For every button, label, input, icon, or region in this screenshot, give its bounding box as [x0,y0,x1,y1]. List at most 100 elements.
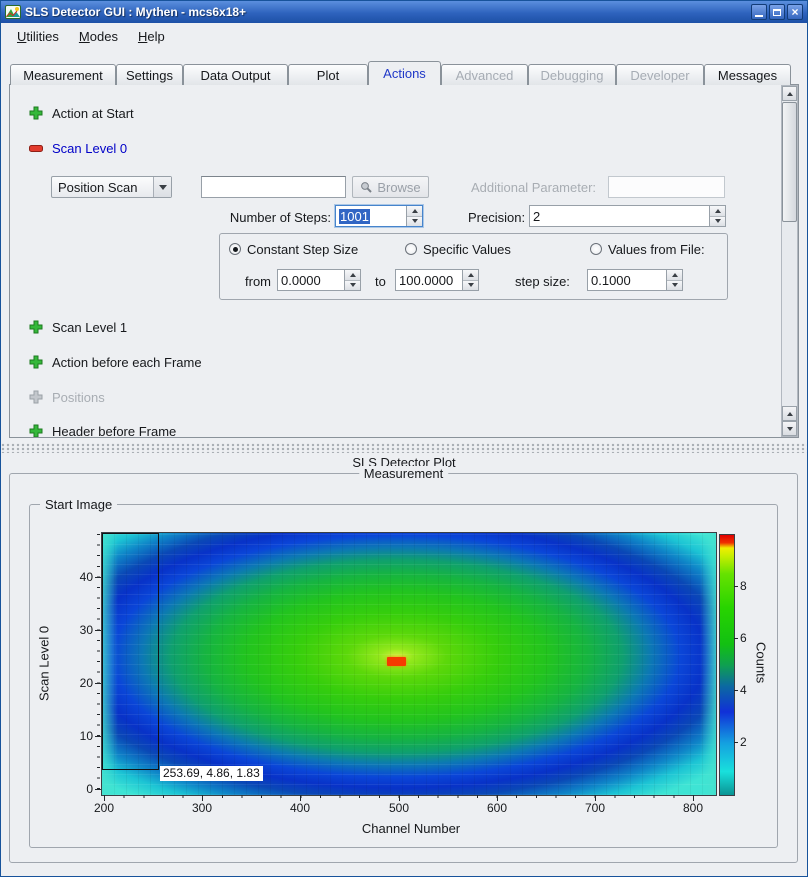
tab-debugging[interactable]: Debugging [528,64,616,85]
tab-advanced[interactable]: Advanced [441,64,528,85]
expand-plus-icon[interactable] [29,424,43,437]
spin-up-button[interactable] [345,270,360,280]
splitter-handle[interactable] [1,443,807,453]
to-spinbox[interactable]: 100.0000 [395,269,479,291]
collapse-minus-icon[interactable] [29,145,43,152]
title-bar[interactable]: SLS Detector GUI : Mythen - mcs6x18+ × [1,1,807,23]
positions-row: Positions [29,389,105,405]
precision-label: Precision: [468,210,525,225]
window-controls: × [751,4,803,20]
menu-utilities[interactable]: Utilities [7,26,69,47]
scroll-up-button[interactable] [782,86,797,101]
y-tick [95,683,101,684]
number-of-steps-spinbox[interactable]: 1001 [335,205,423,227]
scan-mode-select[interactable]: Position Scan [51,176,172,198]
number-of-steps-field[interactable]: 1001 [336,206,406,226]
expand-plus-icon[interactable] [29,106,43,120]
precision-field[interactable]: 2 [530,206,709,226]
browse-file-icon [360,181,372,193]
menu-modes[interactable]: Modes [69,26,128,47]
spin-up-button[interactable] [710,206,725,216]
header-before-frame-label[interactable]: Header before Frame [52,424,176,437]
radio-constant-step-size[interactable]: Constant Step Size [229,242,358,256]
scroll-thumb[interactable] [782,102,797,222]
y-tick [95,630,101,631]
from-spinbox[interactable]: 0.0000 [277,269,361,291]
menu-bar: Utilities Modes Help [1,23,807,49]
scroll-down-button[interactable] [782,421,797,436]
additional-parameter-input[interactable] [608,176,725,198]
window-title: SLS Detector GUI : Mythen - mcs6x18+ [25,5,751,19]
minimize-button[interactable] [751,4,767,20]
step-size-field[interactable]: 0.1000 [588,270,666,290]
close-button[interactable]: × [787,4,803,20]
to-field[interactable]: 100.0000 [396,270,462,290]
spin-buttons [344,270,360,290]
precision-value: 2 [533,209,540,224]
action-at-start-label[interactable]: Action at Start [52,106,134,121]
colorbar-tick [734,690,738,691]
radio-icon [405,243,417,255]
action-at-start-row: Action at Start [29,105,134,121]
tab-measurement[interactable]: Measurement [10,64,116,85]
spin-buttons [462,270,478,290]
spin-down-button[interactable] [463,280,478,291]
scan-level-0-label[interactable]: Scan Level 0 [52,141,127,156]
minimize-icon [755,15,763,17]
scan-level-1-row: Scan Level 1 [29,319,127,335]
positions-label[interactable]: Positions [52,390,105,405]
tab-plot[interactable]: Plot [288,64,368,85]
y-tick-label: 10 [67,729,93,743]
tab-developer[interactable]: Developer [616,64,704,85]
constant-step-size-label: Constant Step Size [247,242,358,257]
spin-down-button[interactable] [345,280,360,291]
menu-help[interactable]: Help [128,26,175,47]
vertical-scrollbar[interactable] [781,85,798,437]
x-tick-label: 500 [379,801,419,815]
spin-up-button[interactable] [667,270,682,280]
to-label: to [375,274,386,289]
y-tick-label: 0 [67,782,93,796]
radio-specific-values[interactable]: Specific Values [405,242,511,256]
scan-level-0-row: Scan Level 0 [29,140,127,156]
x-tick-label: 300 [182,801,222,815]
heatmap-canvas[interactable]: 253.69, 4.86, 1.83 [101,532,717,796]
tab-data-output[interactable]: Data Output [183,64,288,85]
spin-down-button[interactable] [667,280,682,291]
expand-plus-icon[interactable] [29,355,43,369]
spin-down-button[interactable] [710,216,725,227]
spin-up-button[interactable] [463,270,478,280]
y-tick [95,789,101,790]
radio-values-from-file[interactable]: Values from File: [590,242,705,256]
position-readout: 253.69, 4.86, 1.83 [160,766,263,781]
spin-up-button[interactable] [407,206,422,216]
scan-level-1-label[interactable]: Scan Level 1 [52,320,127,335]
app-icon [5,4,21,20]
additional-parameter-label: Additional Parameter: [471,180,596,195]
maximize-button[interactable] [769,4,785,20]
tab-settings[interactable]: Settings [116,64,183,85]
step-size-spinbox[interactable]: 0.1000 [587,269,683,291]
browse-button[interactable]: Browse [352,176,429,198]
precision-spinbox[interactable]: 2 [529,205,726,227]
zoom-selection-rect [102,533,159,770]
colorbar-label: Counts [752,532,770,794]
tab-actions[interactable]: Actions [368,61,441,85]
browse-label: Browse [377,180,420,195]
spin-buttons [666,270,682,290]
chevron-down-icon [153,177,171,197]
spin-down-button[interactable] [407,216,422,227]
expand-plus-icon-disabled[interactable] [29,390,43,404]
action-before-each-frame-row: Action before each Frame [29,354,202,370]
tab-messages[interactable]: Messages [704,64,791,85]
scroll-up-button-bottom[interactable] [782,406,797,421]
from-field[interactable]: 0.0000 [278,270,344,290]
application-window: SLS Detector GUI : Mythen - mcs6x18+ × U… [0,0,808,877]
y-axis-label: Scan Level 0 [35,532,53,794]
action-before-each-frame-label[interactable]: Action before each Frame [52,355,202,370]
number-of-steps-value: 1001 [339,209,370,224]
expand-plus-icon[interactable] [29,320,43,334]
scan-script-input[interactable] [201,176,346,198]
measurement-group-title: Measurement [359,466,448,481]
tab-bar: Measurement Settings Data Output Plot Ac… [10,61,791,85]
